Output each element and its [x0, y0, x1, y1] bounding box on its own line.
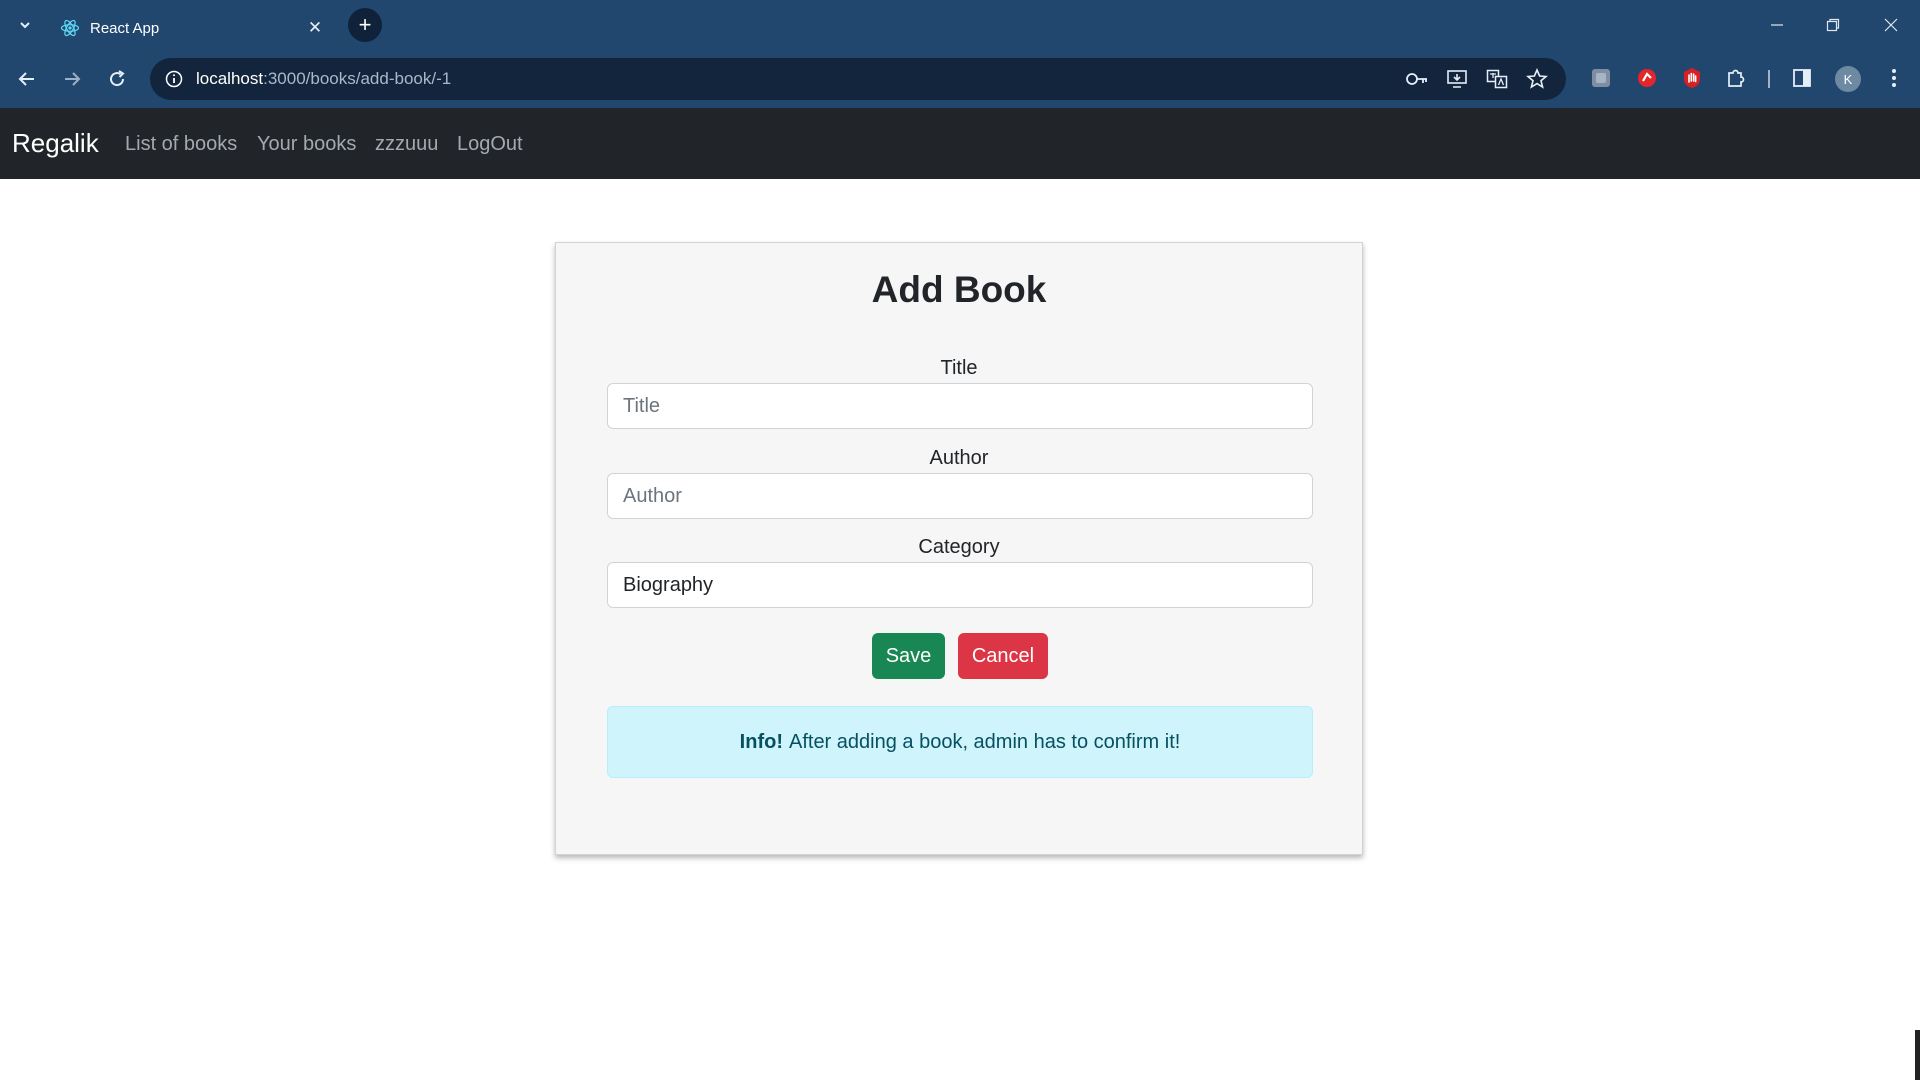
- alert-strong-text: Info!: [739, 730, 783, 753]
- browser-tab[interactable]: React App ✕: [48, 6, 338, 50]
- nav-link-list-of-books[interactable]: List of books: [125, 133, 237, 156]
- url-text[interactable]: localhost:3000/books/add-book/-1: [196, 69, 451, 89]
- react-icon: [60, 18, 80, 38]
- extension-gray-icon[interactable]: [1587, 64, 1615, 92]
- toolbar-separator: [1768, 70, 1770, 88]
- install-app-icon[interactable]: [1444, 67, 1470, 91]
- side-panel-icon[interactable]: [1788, 64, 1816, 92]
- app-navbar: Regalik List of books Your books zzzuuu …: [0, 108, 1920, 179]
- browser-toolbar: localhost:3000/books/add-book/-1: [0, 50, 1920, 108]
- minimize-icon[interactable]: [1757, 12, 1797, 38]
- title-input[interactable]: [607, 383, 1313, 429]
- title-label: Title: [940, 357, 978, 379]
- restore-icon[interactable]: [1813, 12, 1853, 38]
- browser-tab-strip: React App ✕ +: [0, 0, 1920, 50]
- tab-title: React App: [90, 19, 160, 37]
- profile-avatar[interactable]: K: [1835, 66, 1861, 92]
- tab-search-chevron-icon[interactable]: [12, 13, 38, 37]
- extension-red-icon[interactable]: [1633, 64, 1661, 92]
- cancel-button[interactable]: Cancel: [958, 633, 1048, 679]
- forward-arrow-icon[interactable]: [57, 64, 87, 94]
- password-key-icon[interactable]: [1404, 67, 1430, 91]
- author-input[interactable]: [607, 473, 1313, 519]
- address-bar[interactable]: localhost:3000/books/add-book/-1: [150, 58, 1566, 100]
- nav-link-logout[interactable]: LogOut: [457, 133, 523, 156]
- new-tab-plus-icon[interactable]: +: [348, 8, 382, 42]
- extensions-puzzle-icon[interactable]: [1722, 64, 1750, 92]
- add-book-card: Add Book Title Author Category Biography…: [555, 242, 1363, 855]
- browser-menu-kebab-icon[interactable]: [1880, 64, 1908, 92]
- category-selected-value: Biography: [623, 573, 714, 596]
- bookmark-star-icon[interactable]: [1524, 67, 1550, 91]
- save-button[interactable]: Save: [872, 633, 945, 679]
- info-alert: Info! After adding a book, admin has to …: [607, 706, 1313, 778]
- nav-link-username[interactable]: zzzuuu: [375, 133, 438, 156]
- translate-icon[interactable]: [1484, 67, 1510, 91]
- category-select[interactable]: Biography: [607, 562, 1313, 608]
- reload-icon[interactable]: [102, 64, 132, 94]
- scrollbar-edge[interactable]: [1915, 1030, 1920, 1080]
- extension-hand-stop-icon[interactable]: [1678, 64, 1706, 92]
- category-label: Category: [918, 536, 1000, 558]
- brand-logo[interactable]: Regalik: [12, 128, 99, 159]
- site-info-icon[interactable]: [162, 67, 186, 91]
- author-label: Author: [929, 447, 989, 469]
- close-window-icon[interactable]: [1871, 12, 1911, 38]
- alert-message: After adding a book, admin has to confir…: [788, 730, 1181, 753]
- back-arrow-icon[interactable]: [12, 64, 42, 94]
- tab-close-icon[interactable]: ✕: [304, 17, 326, 39]
- page-title: Add Book: [871, 269, 1047, 310]
- nav-link-your-books[interactable]: Your books: [257, 133, 356, 156]
